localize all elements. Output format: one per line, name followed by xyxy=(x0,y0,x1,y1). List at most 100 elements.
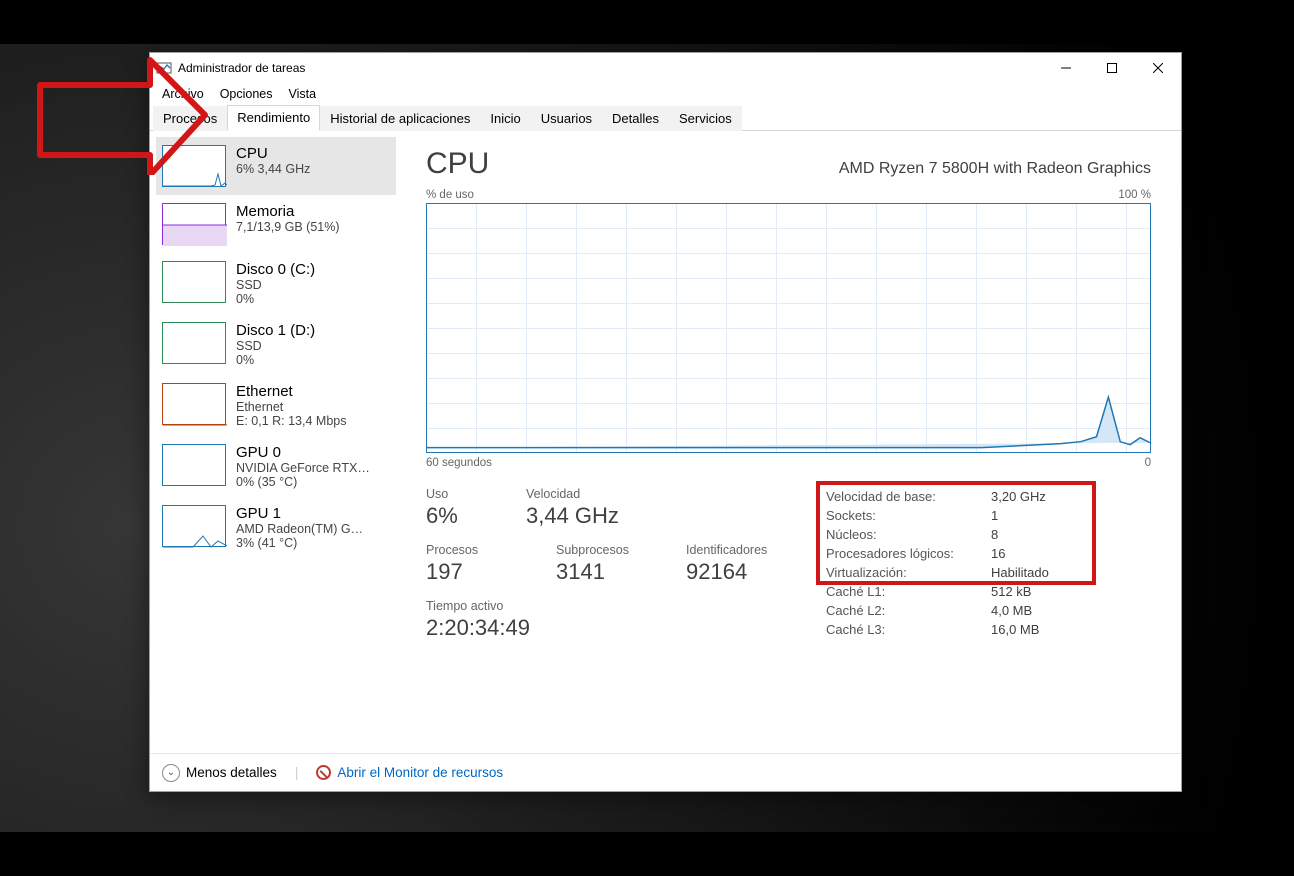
spec-key: Procesadores lógicos: xyxy=(826,544,991,563)
tab-rendimiento[interactable]: Rendimiento xyxy=(227,105,320,131)
value-identificadores: 92164 xyxy=(686,559,786,585)
sidebar-item-memoria[interactable]: Memoria 7,1/13,9 GB (51%) xyxy=(156,195,396,253)
sidebar-item-sub: SSD xyxy=(236,278,315,292)
label-procesos: Procesos xyxy=(426,543,526,557)
thumb-gpu0 xyxy=(162,444,226,486)
chart-ylabel-left: % de uso xyxy=(426,189,474,201)
sidebar-item-ethernet[interactable]: Ethernet Ethernet E: 0,1 R: 13,4 Mbps xyxy=(156,375,396,436)
thumb-gpu1 xyxy=(162,505,226,547)
sidebar-item-sub: 6% 3,44 GHz xyxy=(236,162,310,176)
menu-opciones[interactable]: Opciones xyxy=(212,85,281,103)
fewer-details-label: Menos detalles xyxy=(186,765,277,780)
cpu-usage-chart[interactable] xyxy=(426,203,1151,453)
thumb-memory xyxy=(162,203,226,245)
tab-usuarios[interactable]: Usuarios xyxy=(531,106,602,131)
spec-value: 16,0 MB xyxy=(991,620,1049,639)
tab-procesos[interactable]: Procesos xyxy=(153,106,227,131)
value-velocidad: 3,44 GHz xyxy=(526,503,619,529)
fewer-details-link[interactable]: ⌄ Menos detalles xyxy=(162,764,277,782)
chart-xlabel-right: 0 xyxy=(1145,457,1151,469)
page-title: CPU xyxy=(426,147,489,181)
cpu-live-stats: Uso Velocidad 6% 3,44 GHz Procesos Subpr… xyxy=(426,487,786,655)
close-button[interactable] xyxy=(1135,53,1181,83)
label-uso: Uso xyxy=(426,487,496,501)
minimize-button[interactable] xyxy=(1043,53,1089,83)
sidebar-item-gpu0[interactable]: GPU 0 NVIDIA GeForce RTX… 0% (35 °C) xyxy=(156,436,396,497)
cpu-model: AMD Ryzen 7 5800H with Radeon Graphics xyxy=(839,160,1151,178)
menu-archivo[interactable]: Archivo xyxy=(154,85,212,103)
sidebar-item-sub2: 0% xyxy=(236,353,315,367)
sidebar-item-title: Disco 0 (C:) xyxy=(236,261,315,278)
sidebar-item-title: Ethernet xyxy=(236,383,346,400)
cpu-spec-table: Velocidad de base:3,20 GHz Sockets:1 Núc… xyxy=(826,487,1151,655)
thumb-cpu xyxy=(162,145,226,187)
tab-detalles[interactable]: Detalles xyxy=(602,106,669,131)
spec-value: 1 xyxy=(991,506,1049,525)
sidebar-item-title: Memoria xyxy=(236,203,340,220)
spec-key: Sockets: xyxy=(826,506,991,525)
sidebar-item-disco1[interactable]: Disco 1 (D:) SSD 0% xyxy=(156,314,396,375)
performance-main: CPU AMD Ryzen 7 5800H with Radeon Graphi… xyxy=(396,131,1181,753)
sidebar-item-sub: 7,1/13,9 GB (51%) xyxy=(236,220,340,234)
label-subprocesos: Subprocesos xyxy=(556,543,656,557)
label-uptime: Tiempo activo xyxy=(426,599,503,613)
menu-vista[interactable]: Vista xyxy=(281,85,325,103)
label-velocidad: Velocidad xyxy=(526,487,596,501)
label-identificadores: Identificadores xyxy=(686,543,786,557)
task-manager-window: Administrador de tareas Archivo Opciones… xyxy=(149,52,1182,792)
maximize-button[interactable] xyxy=(1089,53,1135,83)
sidebar-item-sub2: 3% (41 °C) xyxy=(236,536,363,550)
value-uptime: 2:20:34:49 xyxy=(426,615,530,641)
value-uso: 6% xyxy=(426,503,496,529)
sidebar-item-title: GPU 1 xyxy=(236,505,363,522)
open-resource-monitor-label: Abrir el Monitor de recursos xyxy=(337,765,503,780)
sidebar-item-sub: Ethernet xyxy=(236,400,346,414)
performance-sidebar[interactable]: CPU 6% 3,44 GHz Memoria 7,1/13,9 GB (51%… xyxy=(150,131,396,753)
spec-key: Virtualización: xyxy=(826,563,991,582)
tab-servicios[interactable]: Servicios xyxy=(669,106,742,131)
sidebar-item-sub2: 0% xyxy=(236,292,315,306)
sidebar-item-sub2: E: 0,1 R: 13,4 Mbps xyxy=(236,414,346,428)
sidebar-item-title: GPU 0 xyxy=(236,444,370,461)
chart-ylabel-right: 100 % xyxy=(1118,189,1151,201)
spec-value: Habilitado xyxy=(991,563,1049,582)
letterbox-top xyxy=(0,0,1294,44)
open-resource-monitor-link[interactable]: Abrir el Monitor de recursos xyxy=(316,765,503,780)
tab-inicio[interactable]: Inicio xyxy=(480,106,530,131)
spec-key: Núcleos: xyxy=(826,525,991,544)
menubar: Archivo Opciones Vista xyxy=(150,83,1181,105)
tabstrip: Procesos Rendimiento Historial de aplica… xyxy=(150,105,1181,131)
sidebar-item-cpu[interactable]: CPU 6% 3,44 GHz xyxy=(156,137,396,195)
window-title: Administrador de tareas xyxy=(178,61,305,75)
sidebar-item-sub: SSD xyxy=(236,339,315,353)
spec-value: 512 kB xyxy=(991,582,1049,601)
footer: ⌄ Menos detalles | Abrir el Monitor de r… xyxy=(150,753,1181,791)
spec-value: 4,0 MB xyxy=(991,601,1049,620)
app-icon xyxy=(156,60,172,76)
thumb-disk0 xyxy=(162,261,226,303)
sidebar-item-title: CPU xyxy=(236,145,310,162)
spec-key: Caché L3: xyxy=(826,620,991,639)
spec-value: 3,20 GHz xyxy=(991,487,1049,506)
sidebar-item-title: Disco 1 (D:) xyxy=(236,322,315,339)
value-procesos: 197 xyxy=(426,559,526,585)
sidebar-item-sub: AMD Radeon(TM) G… xyxy=(236,522,363,536)
sidebar-item-sub2: 0% (35 °C) xyxy=(236,475,370,489)
tab-historial[interactable]: Historial de aplicaciones xyxy=(320,106,480,131)
spec-key: Velocidad de base: xyxy=(826,487,991,506)
thumb-disk1 xyxy=(162,322,226,364)
window-controls xyxy=(1043,53,1181,83)
sidebar-item-gpu1[interactable]: GPU 1 AMD Radeon(TM) G… 3% (41 °C) xyxy=(156,497,396,558)
sidebar-item-disco0[interactable]: Disco 0 (C:) SSD 0% xyxy=(156,253,396,314)
spec-key: Caché L2: xyxy=(826,601,991,620)
spec-value: 16 xyxy=(991,544,1049,563)
thumb-ethernet xyxy=(162,383,226,425)
no-entry-icon xyxy=(316,765,331,780)
chart-xlabel-left: 60 segundos xyxy=(426,457,492,469)
spec-value: 8 xyxy=(991,525,1049,544)
titlebar[interactable]: Administrador de tareas xyxy=(150,53,1181,83)
spec-key: Caché L1: xyxy=(826,582,991,601)
chevron-down-icon: ⌄ xyxy=(162,764,180,782)
letterbox-bottom xyxy=(0,832,1294,876)
sidebar-item-sub: NVIDIA GeForce RTX… xyxy=(236,461,370,475)
